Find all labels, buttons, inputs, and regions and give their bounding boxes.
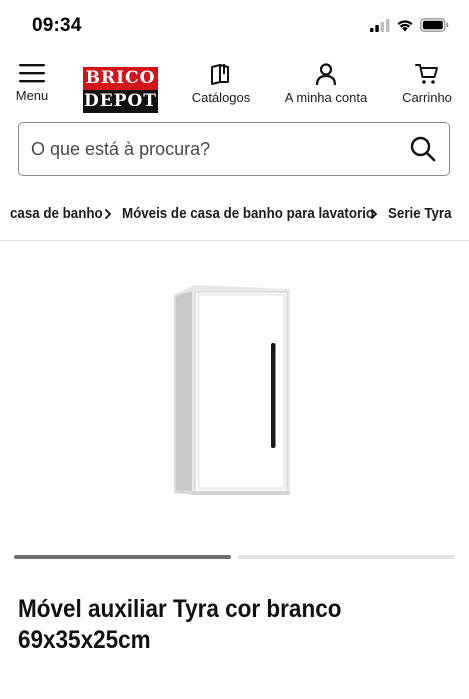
carousel-indicator-1[interactable]	[14, 555, 231, 559]
carousel-indicator-2[interactable]	[238, 555, 455, 559]
status-time: 09:34	[32, 15, 82, 36]
cellular-signal-icon	[370, 18, 390, 32]
account-link[interactable]: A minha conta	[282, 62, 370, 105]
product-title: Móvel auxiliar Tyra cor branco 69x35x25c…	[18, 595, 342, 654]
wifi-icon	[397, 19, 413, 31]
breadcrumb-item-moveis[interactable]: Móveis de casa de banho para lavatorio	[122, 206, 374, 222]
status-icons	[370, 18, 449, 32]
cart-label: Carrinho	[402, 90, 452, 105]
hamburger-menu-icon	[19, 64, 45, 83]
menu-label: Menu	[15, 88, 49, 103]
search-input[interactable]	[31, 135, 391, 163]
logo-bottom-text: DEPOT	[83, 90, 158, 113]
search-bar	[18, 122, 450, 176]
user-icon	[315, 63, 337, 86]
cart-link[interactable]: Carrinho	[398, 62, 456, 105]
search-icon	[410, 136, 436, 162]
product-image[interactable]	[172, 283, 292, 497]
menu-button[interactable]: Menu	[12, 62, 52, 103]
book-icon	[211, 64, 229, 85]
breadcrumb: casa de banho Móveis de casa de banho pa…	[0, 204, 469, 228]
brico-depot-logo[interactable]: BRICO DEPOT	[83, 67, 158, 113]
catalogs-label: Catálogos	[191, 90, 251, 105]
logo-top-text: BRICO	[83, 67, 158, 90]
chevron-right-icon	[104, 208, 112, 220]
account-label: A minha conta	[284, 90, 368, 105]
battery-icon	[420, 18, 449, 32]
header-divider	[0, 240, 469, 241]
breadcrumb-item-serie-tyra[interactable]: Serie Tyra	[388, 206, 452, 222]
cart-icon	[415, 64, 438, 84]
status-bar: 09:34	[0, 0, 469, 54]
catalogs-link[interactable]: Catálogos	[188, 62, 254, 105]
site-header: Menu Catálogos A minha conta Carrinho	[0, 62, 469, 116]
breadcrumb-item-casa-de-banho[interactable]: casa de banho	[10, 206, 103, 222]
search-button[interactable]	[409, 135, 437, 163]
